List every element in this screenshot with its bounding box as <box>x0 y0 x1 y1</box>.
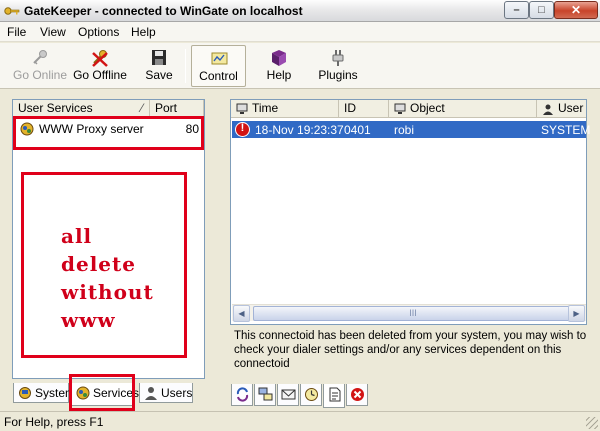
help-book-icon <box>272 50 286 66</box>
annotation-line: www <box>61 308 116 332</box>
clock-icon <box>305 388 318 401</box>
detail-message: This connectoid has been deleted from yo… <box>234 330 587 370</box>
document-icon <box>329 387 341 402</box>
maximize-icon: □ <box>538 4 545 16</box>
scroll-left-button[interactable]: ◀ <box>233 305 250 322</box>
plugins-button[interactable]: Plugins <box>311 45 365 87</box>
tab-label: Users <box>161 386 193 400</box>
menu-view[interactable]: View <box>40 25 66 39</box>
status-text: For Help, press F1 <box>4 415 104 429</box>
toolbar-separator <box>185 49 186 83</box>
maximize-button[interactable]: □ <box>529 1 554 19</box>
event-object: robi <box>394 123 415 137</box>
plug-icon <box>332 50 344 66</box>
go-online-button[interactable]: Go Online <box>10 45 70 87</box>
monitor-icon <box>394 103 406 114</box>
column-header-label: User <box>558 101 584 115</box>
help-button[interactable]: Help <box>258 45 300 87</box>
tab-users[interactable]: Users <box>139 383 193 403</box>
annotation-line: all <box>61 224 93 248</box>
activity-list[interactable]: Time ID Object User 18-Nov 19:23:37 0401… <box>230 99 590 325</box>
go-online-label: Go Online <box>12 68 68 82</box>
control-label: Control <box>199 69 238 83</box>
column-header-label: Object <box>410 101 445 115</box>
annotation-text: all delete without www <box>61 222 154 334</box>
scroll-thumb[interactable]: III <box>253 306 573 321</box>
column-header-label: User Services <box>18 101 93 115</box>
event-id: 0401 <box>344 123 371 137</box>
go-offline-label: Go Offline <box>73 68 127 82</box>
floppy-disk-icon <box>152 50 166 65</box>
scroll-right-button[interactable]: ▶ <box>568 305 585 322</box>
column-header-user[interactable]: User <box>537 100 586 118</box>
resize-grip-icon[interactable] <box>586 417 598 429</box>
menu-help[interactable]: Help <box>131 25 156 39</box>
save-label: Save <box>145 68 173 82</box>
menu-bar: File View Options Help <box>0 22 600 42</box>
gatekeeper-window: GateKeeper - connected to WinGate on loc… <box>0 0 600 431</box>
key-x-icon <box>92 50 108 67</box>
event-row-selected[interactable]: 18-Nov 19:23:37 0401 robi SYSTEM <box>232 121 590 138</box>
mail-icon <box>281 389 296 400</box>
network-icon <box>258 387 273 401</box>
annotation-line: delete <box>61 252 136 276</box>
key-icon <box>33 50 47 65</box>
tab-refresh[interactable] <box>231 384 253 406</box>
monitor-icon <box>236 103 248 114</box>
highlight-box-services-tab <box>69 374 135 411</box>
error-icon <box>235 122 250 137</box>
toolbar: Go Online Go Offline Save Control Help P… <box>0 43 600 89</box>
column-header-label: Time <box>252 101 279 115</box>
tab-mail[interactable] <box>277 384 299 406</box>
column-header-port[interactable]: Port <box>150 100 204 117</box>
minimize-icon: – <box>513 4 520 16</box>
minimize-button[interactable]: – <box>504 1 529 19</box>
save-button[interactable]: Save <box>138 45 180 87</box>
tab-network[interactable] <box>254 384 276 406</box>
tab-system[interactable]: System <box>13 383 75 403</box>
annotation-line: without <box>61 280 154 304</box>
close-button[interactable]: ✕ <box>554 1 598 19</box>
horizontal-scrollbar[interactable]: ◀ III ▶ <box>232 304 586 322</box>
status-bar: For Help, press F1 <box>0 411 600 431</box>
column-header-label: ID <box>344 101 356 115</box>
control-panel-icon <box>211 52 227 65</box>
window-title: GateKeeper - connected to WinGate on loc… <box>24 4 303 18</box>
key-icon <box>4 7 20 15</box>
help-label: Help <box>266 68 292 82</box>
column-header-user-services[interactable]: User Services ⁄ <box>13 100 150 117</box>
control-button[interactable]: Control <box>191 45 246 87</box>
column-header-object[interactable]: Object <box>389 100 537 118</box>
users-icon <box>145 387 157 400</box>
menu-options[interactable]: Options <box>78 25 119 39</box>
sort-icon: ⁄ <box>140 101 143 115</box>
highlight-box-www-proxy <box>13 116 204 150</box>
menu-file[interactable]: File <box>7 25 26 39</box>
error-icon <box>351 388 364 401</box>
plugins-label: Plugins <box>318 68 358 82</box>
title-bar[interactable]: GateKeeper - connected to WinGate on loc… <box>0 0 600 22</box>
event-time: 18-Nov 19:23:37 <box>255 123 344 137</box>
refresh-icon <box>236 387 249 402</box>
tab-document[interactable] <box>323 384 345 408</box>
user-icon <box>543 104 553 115</box>
event-user: SYSTEM <box>541 123 591 137</box>
column-header-label: Port <box>155 101 178 115</box>
tab-clock[interactable] <box>300 384 322 406</box>
go-offline-button[interactable]: Go Offline <box>70 45 130 87</box>
close-icon: ✕ <box>570 3 582 17</box>
system-computer-icon <box>19 387 31 399</box>
column-header-id[interactable]: ID <box>339 100 389 118</box>
tab-errors[interactable] <box>346 384 368 406</box>
column-header-time[interactable]: Time <box>231 100 339 118</box>
